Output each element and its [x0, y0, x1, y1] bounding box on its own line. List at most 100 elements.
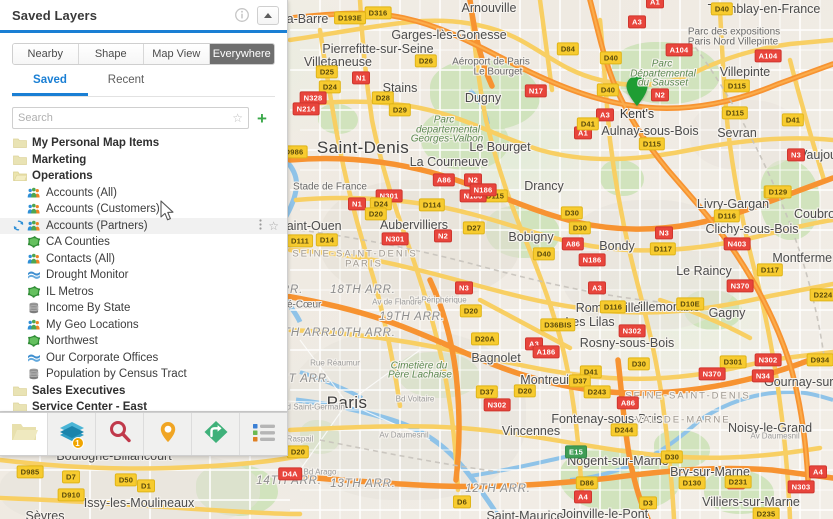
search-input[interactable]	[18, 112, 230, 124]
list-item[interactable]: Sales Executives	[0, 383, 287, 400]
road-shield: D985	[16, 465, 44, 479]
filter-tab-map-view[interactable]: Map View	[144, 44, 210, 64]
list-item-label: Service Center - East	[32, 401, 148, 411]
list-item[interactable]: Population by Census Tract	[0, 366, 287, 383]
road-shield: D244	[610, 423, 638, 437]
layers-wave-icon	[26, 268, 41, 282]
road-shield: D1	[137, 479, 155, 493]
list-item[interactable]: Accounts (Partners) ☆	[0, 217, 287, 234]
road-shield: A186	[532, 345, 560, 359]
list-item[interactable]: Contacts (All)	[0, 251, 287, 268]
toolbar-button-search[interactable]	[96, 413, 144, 455]
road-shield: D7	[62, 470, 80, 484]
road-shield: D224	[809, 288, 833, 302]
road-shield: N403	[723, 237, 751, 251]
road-shield: N34	[751, 369, 775, 383]
list-item[interactable]: CA Counties	[0, 234, 287, 251]
polygon-shape-icon	[26, 235, 41, 249]
road-shield: D316	[364, 6, 392, 20]
road-shield: A3	[628, 15, 646, 29]
list-item[interactable]: My Geo Locations	[0, 317, 287, 334]
map-application: Kent's Arnouville Tremblay-en-France -la-B…	[0, 0, 833, 519]
tab-recent[interactable]: Recent	[88, 74, 164, 96]
list-item[interactable]: Marketing	[0, 152, 287, 169]
more-vertical-icon[interactable]	[259, 219, 262, 233]
list-item-label: Population by Census Tract	[46, 368, 187, 381]
folder-icon	[12, 136, 27, 150]
map-marker-pin[interactable]	[626, 76, 648, 106]
map-marker-label: Kent's	[619, 107, 655, 121]
list-item-label: Northwest	[46, 335, 98, 348]
road-shield: D910	[57, 488, 85, 502]
list-item-label: Sales Executives	[32, 384, 126, 397]
road-shield: D117	[756, 263, 784, 277]
add-layer-button[interactable]: +	[249, 110, 275, 127]
toolbar-button-directions[interactable]	[192, 413, 240, 455]
list-item[interactable]: Income By State	[0, 300, 287, 317]
road-shield: D116	[599, 300, 627, 314]
layer-list[interactable]: My Personal Map Items Marketing Operations…	[0, 135, 287, 411]
road-shield: D20A	[471, 332, 499, 346]
road-shield: D193E	[334, 11, 366, 25]
road-shield: D14	[315, 233, 339, 247]
panel-header: Saved Layers	[0, 0, 287, 33]
saved-layers-panel: Saved Layers Nearby Shape Map View Everywhe…	[0, 0, 288, 412]
directions-arrow-icon	[202, 419, 230, 450]
database-icon	[26, 301, 41, 315]
list-item[interactable]: Accounts (All)	[0, 185, 287, 202]
toolbar-button-folders[interactable]	[0, 413, 48, 455]
road-shield: D115	[723, 79, 751, 93]
list-item[interactable]: Our Corporate Offices	[0, 350, 287, 367]
search-box[interactable]: ☆	[12, 107, 249, 129]
road-shield: D20	[459, 304, 483, 318]
road-shield: D130	[678, 476, 706, 490]
list-item[interactable]: Operations	[0, 168, 287, 185]
list-item[interactable]: Service Center - East	[0, 399, 287, 411]
list-item[interactable]: Drought Monitor	[0, 267, 287, 284]
toolbar-button-layers[interactable]: 1	[48, 413, 96, 455]
sync-refresh-icon[interactable]	[12, 220, 25, 231]
road-shield: N302	[754, 353, 782, 367]
tab-saved[interactable]: Saved	[12, 74, 88, 96]
list-item[interactable]: Accounts (Customers)	[0, 201, 287, 218]
info-circle-icon[interactable]	[234, 7, 250, 23]
road-shield: D231	[724, 475, 752, 489]
scope-filter-tabs[interactable]: Nearby Shape Map View Everywhere	[12, 43, 275, 65]
list-item-label: Accounts (Customers)	[46, 203, 160, 216]
road-shield: D235	[752, 507, 780, 519]
page-title: Saved Layers	[12, 7, 98, 23]
toolbar-button-list[interactable]	[240, 413, 287, 455]
filter-tab-nearby[interactable]: Nearby	[13, 44, 79, 64]
list-item[interactable]: IL Metros	[0, 284, 287, 301]
road-shield: D4A	[278, 467, 302, 481]
search-star-outline-icon[interactable]: ☆	[232, 111, 243, 125]
filter-tab-everywhere[interactable]: Everywhere	[209, 44, 274, 64]
collapse-panel-button[interactable]	[257, 5, 279, 25]
toolbar-button-places[interactable]	[144, 413, 192, 455]
road-shield: D36BIS	[540, 318, 576, 332]
list-item[interactable]: Northwest	[0, 333, 287, 350]
bottom-toolbar[interactable]: 1	[0, 412, 288, 456]
saved-recent-tabs[interactable]: Saved Recent	[12, 74, 275, 97]
road-shield: N17	[524, 84, 548, 98]
road-shield: D84	[556, 42, 580, 56]
list-item[interactable]: My Personal Map Items	[0, 135, 287, 152]
road-shield: D129	[764, 185, 792, 199]
filter-tab-shape[interactable]: Shape	[78, 44, 144, 64]
favorite-star-outline-icon[interactable]: ☆	[268, 219, 279, 233]
road-shield: A86	[432, 173, 456, 187]
road-shield: D27	[462, 221, 486, 235]
polygon-shape-icon	[26, 285, 41, 299]
road-shield: D86	[575, 476, 599, 490]
search-magnifier-icon	[106, 419, 134, 450]
road-shield: A86	[561, 237, 585, 251]
road-shield: D3	[639, 496, 657, 510]
road-shield: D243	[583, 385, 611, 399]
road-shield: N1	[352, 71, 370, 85]
list-item-label: Marketing	[32, 153, 87, 166]
list-item-label: IL Metros	[46, 285, 94, 298]
road-shield: D20	[513, 384, 537, 398]
row-actions: ☆	[259, 219, 279, 233]
road-shield: D111	[287, 234, 313, 248]
list-item-label: CA Counties	[46, 236, 110, 249]
